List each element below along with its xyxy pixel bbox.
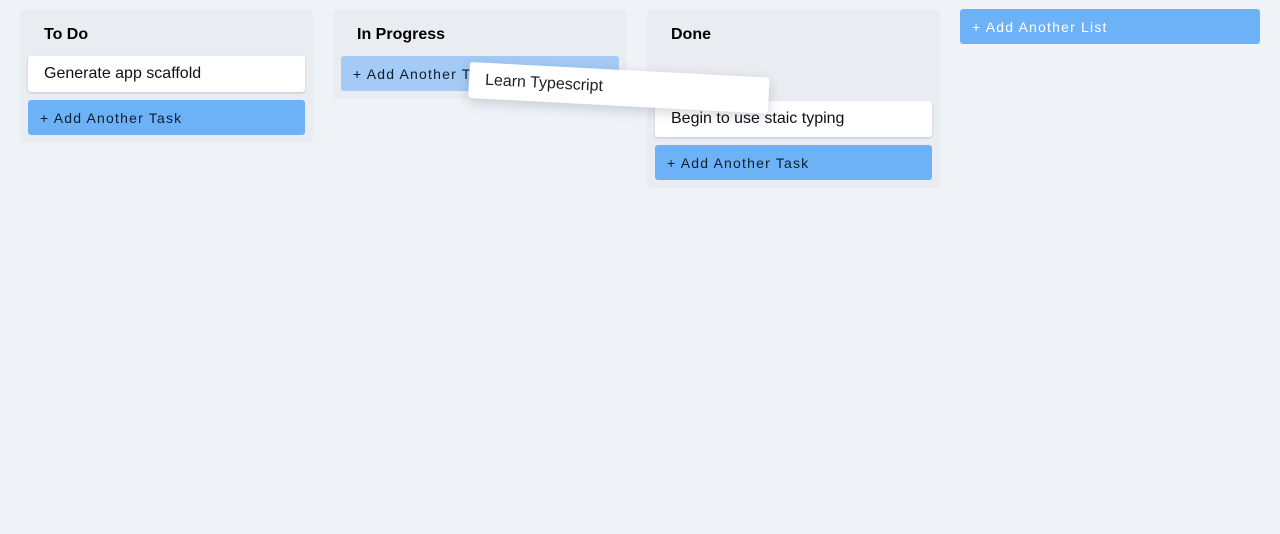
list-title: To Do — [44, 26, 89, 43]
list-to-do: To Do Generate app scaffold + Add Anothe… — [20, 10, 313, 143]
add-task-button[interactable]: + Add Another Task — [655, 145, 932, 180]
list-title: Done — [671, 26, 711, 43]
list-title: In Progress — [357, 26, 446, 43]
add-task-button[interactable]: + Add Another Task — [28, 100, 305, 135]
add-list-button[interactable]: + Add Another List — [960, 9, 1260, 44]
kanban-board: To Do Generate app scaffold + Add Anothe… — [0, 0, 1280, 534]
task-card[interactable]: Generate app scaffold — [28, 56, 305, 92]
